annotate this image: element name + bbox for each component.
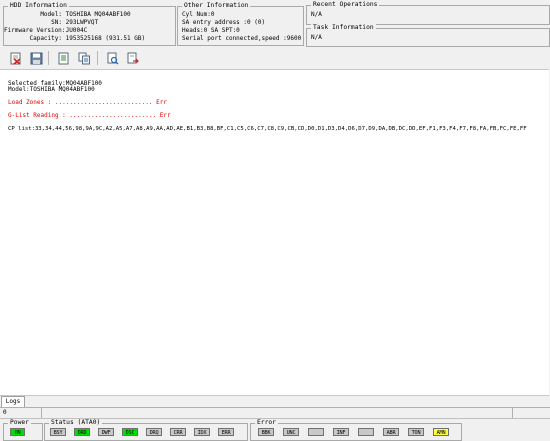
search-log-button[interactable] [104, 50, 120, 66]
capacity-row: Capacity: 1953525168 (931.51 GB) [4, 35, 145, 43]
error-led-bbk: BBK [258, 428, 274, 436]
error-title: Error [255, 419, 278, 427]
status-line: 0 [0, 408, 550, 419]
recent-operations-title: Recent Operations [311, 1, 380, 9]
save-log-button[interactable] [28, 50, 44, 66]
report-button[interactable] [55, 50, 71, 66]
tab-bar: Logs [0, 395, 550, 408]
sn-label: SN: [51, 19, 62, 26]
error-led-amn: AMN [433, 428, 449, 436]
task-info-value: N/A [311, 34, 322, 41]
error-led-blank [358, 428, 374, 436]
status-led-err: ERR [218, 428, 234, 436]
firmware-label: Firmware Version: [4, 27, 66, 34]
status-led-dsc: DSC [122, 428, 138, 436]
log-line-error: G-List Reading : .......................… [8, 112, 171, 119]
error-led-abr: ABR [383, 428, 399, 436]
status-cell [42, 408, 513, 418]
other-info-line: SA entry address :0 (0) [182, 19, 266, 26]
copy-icon [78, 52, 90, 64]
power-led: ON [10, 428, 25, 436]
other-info-line: Heads:0 SA SPT:0 [182, 27, 240, 34]
firmware-value: JU004C [65, 27, 88, 34]
status-led-bsy: BSY [50, 428, 66, 436]
other-info-line: Serial port connected,speed :9600 [182, 35, 302, 42]
error-led-blank [308, 428, 324, 436]
status-led-drq: DRQ [146, 428, 162, 436]
document-icon [58, 52, 68, 64]
error-led-unc: UNC [283, 428, 299, 436]
toolbar-separator [48, 51, 49, 65]
status-led-crr: CRR [170, 428, 186, 436]
search-document-icon [107, 52, 118, 64]
power-title: Power [8, 419, 31, 427]
sn-row: SN: 293LWPVQT [4, 19, 98, 27]
copy-log-button[interactable] [76, 50, 92, 66]
toolbar-separator [97, 51, 98, 65]
error-led-inf: INF [333, 428, 349, 436]
other-info-title: Other Information [182, 2, 251, 10]
tab-logs[interactable]: Logs [1, 396, 25, 407]
sn-value: 293LWPVQT [65, 19, 99, 26]
error-group: Error [250, 419, 462, 441]
hdd-info-title: HDD Information [8, 2, 69, 10]
toolbar [0, 47, 550, 69]
clear-log-icon [10, 52, 21, 65]
model-row: Model: TOSHIBA MQ04ABF100 [4, 11, 131, 19]
log-line: CP list:33,34,44,56,98,9A,9C,A2,A5,A7,A8… [8, 126, 527, 132]
task-info-group: Task Information N/A [306, 24, 550, 47]
firmware-row: Firmware Version: JU004C [4, 27, 87, 35]
log-line-error: Load Zones : ...........................… [8, 99, 167, 106]
hdd-info-group: HDD Information Model: TOSHIBA MQ04ABF10… [3, 2, 176, 46]
status-led-idx: IDX [194, 428, 210, 436]
status-led-drd: DRD [74, 428, 90, 436]
other-info-group: Other Information Cyl Num:0 SA entry add… [177, 2, 304, 46]
save-icon [30, 52, 42, 64]
recent-operations-group: Recent Operations N/A [306, 1, 550, 25]
status-led-dwf: DWF [98, 428, 114, 436]
task-info-title: Task Information [311, 24, 376, 32]
recent-operations-value: N/A [311, 11, 322, 18]
other-info-line: Cyl Num:0 [182, 11, 215, 18]
export-log-button[interactable] [124, 50, 140, 66]
status-title: Status (ATA0) [49, 419, 103, 427]
model-value: TOSHIBA MQ04ABF100 [65, 11, 131, 18]
capacity-value: 1953525168 (931.51 GB) [65, 35, 146, 42]
status-cell: 0 [3, 408, 42, 418]
error-led-ton: TON [408, 428, 424, 436]
capacity-label: Capacity: [29, 35, 62, 42]
export-document-icon [127, 52, 139, 63]
model-label: Model: [40, 11, 62, 18]
log-output[interactable]: Selected family:MQ04ABF100 Model:TOSHIBA… [0, 69, 549, 396]
log-line: Model:TOSHIBA MQ04ABF100 [8, 86, 95, 93]
clear-log-button[interactable] [7, 50, 23, 66]
